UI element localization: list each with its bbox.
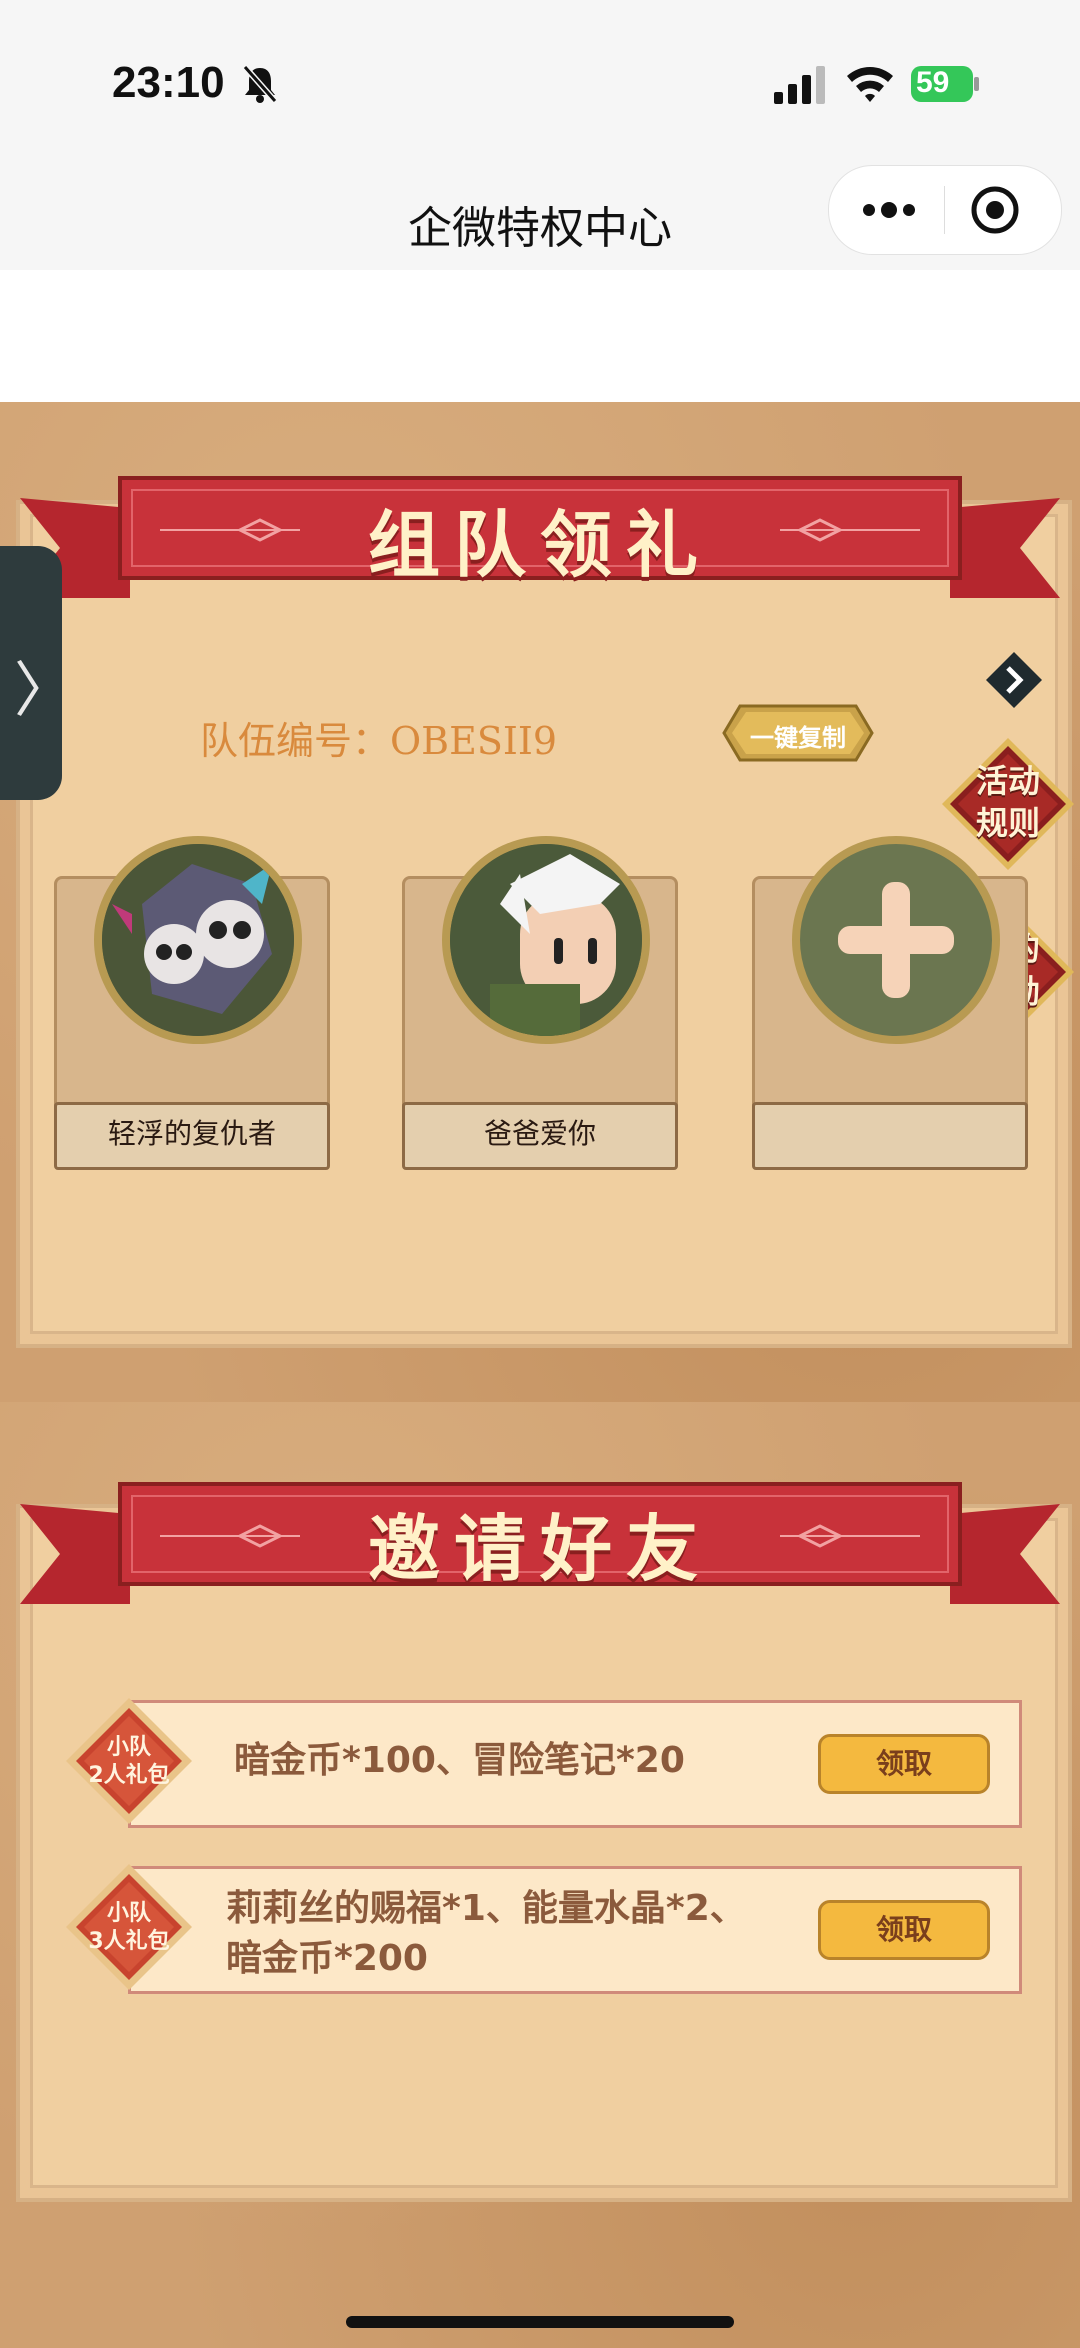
- chevron-right-icon: 〉: [14, 656, 74, 726]
- copy-button-label: 一键复制: [750, 724, 846, 752]
- arrow-right-badge-icon[interactable]: [984, 650, 1044, 710]
- side-drawer-tab[interactable]: 〉: [0, 546, 74, 800]
- gift-badge-line2: 2人礼包: [88, 1763, 170, 1788]
- gift-badge-line1: 小队: [106, 1901, 151, 1926]
- team-id: 队伍编号：OBESII9: [200, 719, 558, 763]
- plus-icon: [838, 882, 954, 998]
- team-section-title: 组队领礼: [367, 503, 712, 587]
- gift-reward-line1: 暗金币*100、冒险笔记*20: [234, 1740, 685, 1781]
- rules-button-label: 活动 规则: [958, 760, 1058, 844]
- capsule-divider: [944, 186, 945, 234]
- gift-badge-label: 小队 2人礼包: [74, 1734, 184, 1790]
- member-name: 爸爸爱你: [483, 1117, 596, 1150]
- white-hair-boy-avatar-icon: [450, 844, 642, 1036]
- team-member-empty-slot[interactable]: [746, 836, 1028, 1170]
- status-bar: 23:10 59: [0, 0, 1080, 170]
- battery-level: 59: [916, 66, 950, 99]
- miniprogram-capsule: [828, 165, 1062, 255]
- rules-label-line1: 活动: [975, 762, 1040, 800]
- gift-badge-label: 小队 3人礼包: [74, 1900, 184, 1956]
- gift-reward-line2: 暗金币*200: [226, 1938, 428, 1979]
- member-name: 轻浮的复仇者: [107, 1117, 276, 1150]
- more-icon[interactable]: [857, 190, 921, 230]
- claim-button[interactable]: 领取: [818, 1900, 990, 1960]
- member-avatar: [442, 836, 650, 1044]
- nav-bar: 企微特权中心: [0, 165, 1080, 270]
- cellular-signal-icon: [774, 66, 825, 104]
- bell-muted-icon: [242, 65, 278, 103]
- team-member-1[interactable]: 轻浮的复仇者: [48, 836, 330, 1170]
- skull-warrior-avatar-icon: [102, 844, 294, 1036]
- gift-reward-text: 莉莉丝的赐福*1、能量水晶*2、 暗金币*200: [226, 1884, 746, 1984]
- gift-badge-line2: 3人礼包: [88, 1929, 170, 1954]
- add-member-slot[interactable]: [792, 836, 1000, 1044]
- invite-section-title: 邀请好友: [367, 1507, 712, 1591]
- status-time: 23:10: [112, 58, 225, 107]
- blank-banner: [0, 270, 1080, 402]
- close-miniprogram-icon[interactable]: [969, 184, 1021, 236]
- gift-badge-line1: 小队: [106, 1735, 151, 1760]
- gift-reward-text: 暗金币*100、冒险笔记*20: [234, 1736, 685, 1786]
- wifi-icon: [847, 67, 893, 102]
- member-avatar: [94, 836, 302, 1044]
- claim-button[interactable]: 领取: [818, 1734, 990, 1794]
- gift-reward-line1: 莉莉丝的赐福*1、能量水晶*2、: [226, 1888, 746, 1929]
- team-member-2[interactable]: 爸爸爱你: [396, 836, 678, 1170]
- home-indicator[interactable]: [346, 2316, 734, 2328]
- member-name-plate: [752, 1102, 1028, 1170]
